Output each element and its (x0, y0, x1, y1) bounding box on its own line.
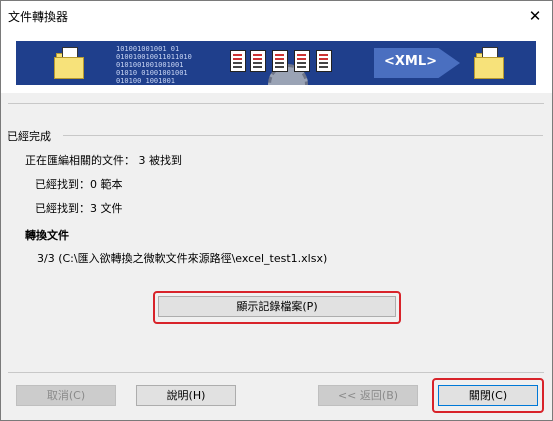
banner-graphic: 101001001001 01 010010010011011010 01010… (16, 41, 536, 85)
source-folder-icon (54, 47, 84, 79)
close-icon[interactable]: ✕ (518, 1, 552, 31)
documents-gear-graphic (228, 44, 346, 85)
target-folder-icon (474, 47, 504, 79)
document-icon (316, 50, 332, 72)
convert-heading: 轉換文件 (25, 229, 69, 242)
footer-divider (8, 372, 544, 373)
cancel-button[interactable]: 取消(C) (16, 385, 116, 406)
documents-found-text: 已經找到：3 文件 (35, 202, 123, 215)
window-title: 文件轉換器 (8, 10, 69, 24)
document-icon (230, 50, 246, 72)
status-heading: 已經完成 (7, 130, 51, 143)
close-button[interactable]: 關閉(C) (438, 385, 538, 406)
search-status-text: 正在匯編相關的文件： 3 被找到 (25, 154, 182, 167)
document-icon (250, 50, 266, 72)
help-button[interactable]: 說明(H) (136, 385, 236, 406)
document-icon (294, 50, 310, 72)
document-icon (272, 50, 288, 72)
title-bar: 文件轉換器 ✕ (1, 1, 552, 31)
convert-progress-text: 3/3 (C:\匯入欲轉換之微軟文件來源路徑\excel_test1.xlsx) (37, 252, 328, 265)
banner-area: 101001001001 01 010010010011011010 01010… (1, 31, 552, 93)
dialog-window: 文件轉換器 ✕ 101001001001 01 0100100100110110… (0, 0, 553, 421)
group-divider (63, 135, 543, 136)
back-button[interactable]: << 返回(B) (318, 385, 418, 406)
banner-divider (8, 103, 544, 104)
xml-label: <XML> (384, 54, 438, 69)
templates-found-text: 已經找到：0 範本 (35, 178, 123, 191)
show-log-button[interactable]: 顯示記錄檔案(P) (158, 296, 396, 317)
binary-stream-graphic: 101001001001 01 010010010011011010 01010… (116, 45, 192, 83)
